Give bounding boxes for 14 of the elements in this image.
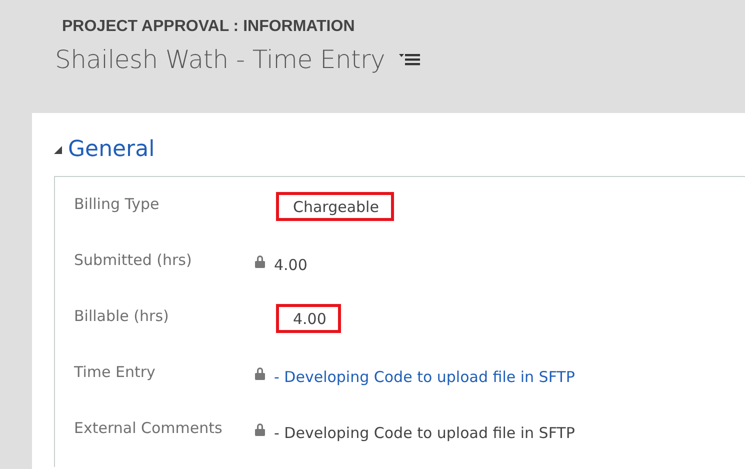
field-label: Submitted (hrs)	[74, 251, 193, 271]
entity-label: PROJECT APPROVAL : INFORMATION	[62, 18, 356, 36]
record-link[interactable]: - Developing Code to upload file in SFTP	[274, 368, 575, 386]
record-title: Shailesh Wath - Time Entry	[55, 45, 385, 74]
field-label: Billable (hrs)	[74, 307, 170, 327]
highlighted-value: Chargeable	[279, 195, 391, 218]
menu-icon[interactable]	[398, 53, 420, 66]
field-value: 4.00	[274, 256, 308, 274]
field-value: - Developing Code to upload file in SFTP	[274, 424, 575, 442]
section-toggle[interactable]: General	[54, 137, 155, 162]
field-label: External Comments	[74, 419, 224, 439]
highlighted-value: 4.00	[279, 307, 338, 330]
field-label: Billing Type	[74, 195, 160, 215]
field-label: Time Entry	[74, 363, 156, 383]
